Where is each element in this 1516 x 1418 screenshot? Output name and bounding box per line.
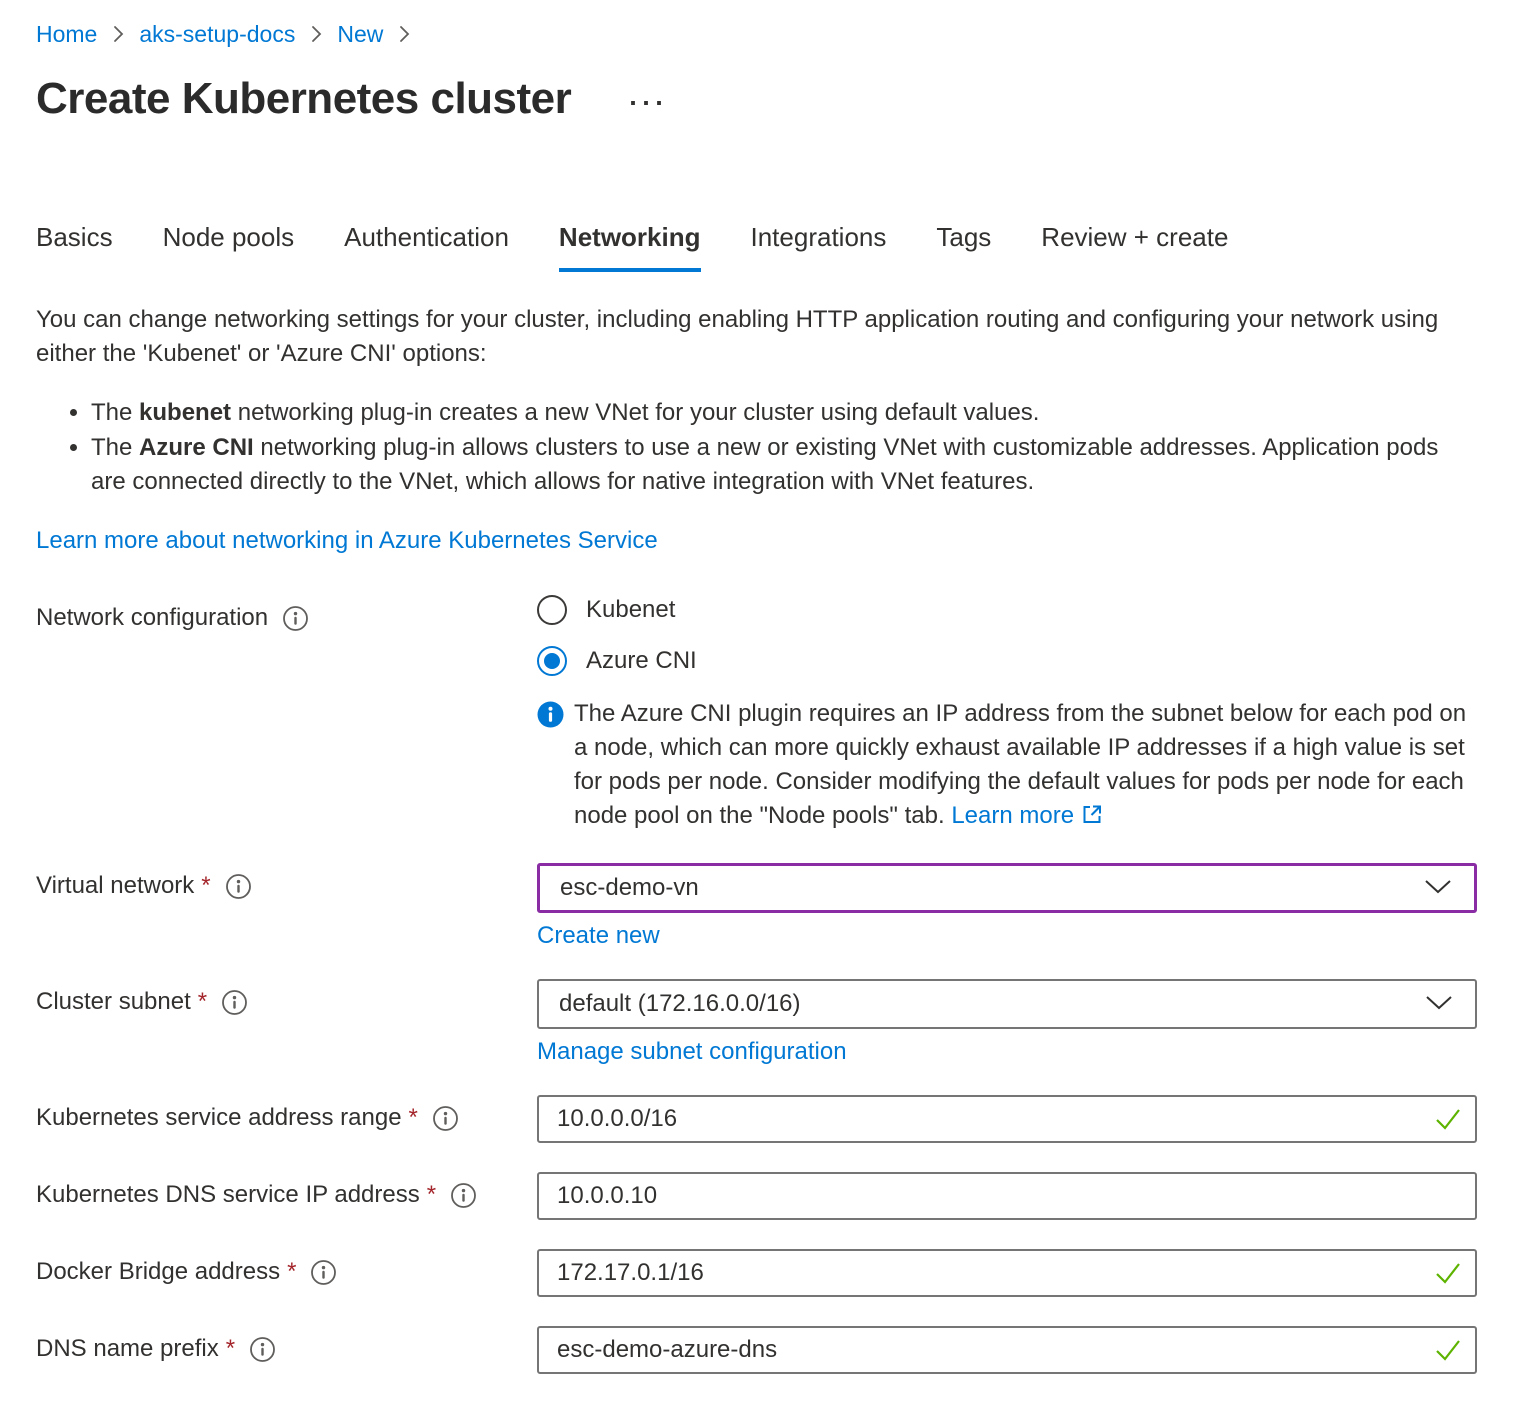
cluster-subnet-select[interactable]: default (172.16.0.0/16) [537,979,1477,1029]
tab-review-create[interactable]: Review + create [1041,222,1228,272]
info-icon[interactable] [282,605,309,632]
required-asterisk: * [409,1104,418,1132]
chevron-right-icon [111,24,125,44]
required-asterisk: * [226,1335,235,1363]
dns-service-ip-label: Kubernetes DNS service IP address [36,1181,420,1209]
virtual-network-value: esc-demo-vn [560,874,699,902]
learn-more-networking-link[interactable]: Learn more about networking in Azure Kub… [36,527,658,555]
required-asterisk: * [427,1181,436,1209]
service-address-range-input[interactable] [537,1095,1477,1143]
bullet-azure-cni: The Azure CNI networking plug-in allows … [91,431,1456,499]
dns-name-prefix-input[interactable] [537,1326,1477,1374]
radio-kubenet[interactable]: Kubenet [537,595,1477,625]
chevron-right-icon [397,24,411,44]
info-icon[interactable] [249,1336,276,1363]
tab-authentication[interactable]: Authentication [344,222,509,272]
breadcrumb-home-link[interactable]: Home [36,18,97,50]
required-asterisk: * [287,1258,296,1286]
tab-basics[interactable]: Basics [36,222,113,272]
chevron-down-icon [1424,874,1452,902]
chevron-down-icon [1425,990,1453,1018]
info-icon[interactable] [310,1259,337,1286]
info-icon[interactable] [450,1182,477,1209]
valid-check-icon [1433,1105,1463,1138]
radio-azure-cni-label: Azure CNI [586,647,697,675]
manage-subnet-configuration-link[interactable]: Manage subnet configuration [537,1038,847,1066]
azure-cni-info-notice: The Azure CNI plugin requires an IP addr… [537,697,1477,836]
tab-integrations[interactable]: Integrations [751,222,887,272]
radio-kubenet-label: Kubenet [586,596,675,624]
notice-learn-more-link[interactable]: Learn more [951,802,1074,829]
info-icon[interactable] [432,1105,459,1132]
valid-check-icon [1433,1259,1463,1292]
intro-text: You can change networking settings for y… [36,303,1456,371]
bullet-kubenet: The kubenet networking plug-in creates a… [91,396,1456,430]
network-plugin-bullet-list: The kubenet networking plug-in creates a… [36,396,1456,499]
required-asterisk: * [201,872,210,900]
more-options-ellipsis-button[interactable]: ··· [629,85,668,113]
external-link-icon [1080,802,1104,836]
dns-name-prefix-label: DNS name prefix [36,1335,219,1363]
page: Home aks-setup-docs New Create Kubernete… [0,0,1516,1374]
info-filled-icon [537,701,564,836]
docker-bridge-input[interactable] [537,1249,1477,1297]
virtual-network-select[interactable]: esc-demo-vn [537,863,1477,913]
breadcrumb: Home aks-setup-docs New [36,18,1480,50]
info-icon[interactable] [225,873,252,900]
chevron-right-icon [309,24,323,44]
dns-service-ip-input[interactable] [537,1172,1477,1220]
tab-bar: Basics Node pools Authentication Network… [36,222,1480,273]
tab-node-pools[interactable]: Node pools [163,222,295,272]
cluster-subnet-label: Cluster subnet [36,988,191,1016]
docker-bridge-label: Docker Bridge address [36,1258,280,1286]
required-asterisk: * [198,988,207,1016]
breadcrumb-new-link[interactable]: New [337,18,383,50]
cluster-subnet-value: default (172.16.0.0/16) [559,990,801,1018]
radio-azure-cni[interactable]: Azure CNI [537,646,1477,676]
valid-check-icon [1433,1336,1463,1369]
service-address-range-label: Kubernetes service address range [36,1104,402,1132]
page-title: Create Kubernetes cluster [36,74,571,124]
radio-circle-icon [537,646,567,676]
create-new-vnet-link[interactable]: Create new [537,922,660,950]
tab-networking[interactable]: Networking [559,222,701,272]
virtual-network-label: Virtual network [36,872,194,900]
breadcrumb-aks-setup-docs-link[interactable]: aks-setup-docs [139,18,295,50]
info-icon[interactable] [221,989,248,1016]
radio-circle-icon [537,595,567,625]
network-configuration-label: Network configuration [36,604,268,632]
notice-text: The Azure CNI plugin requires an IP addr… [574,697,1477,836]
tab-tags[interactable]: Tags [936,222,991,272]
